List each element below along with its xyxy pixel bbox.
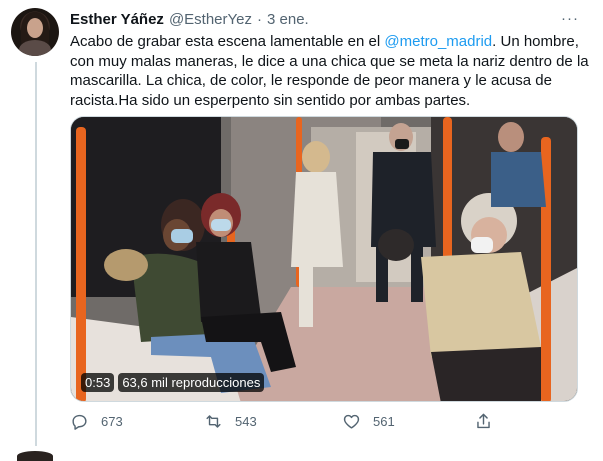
more-options-button[interactable]: ··· (556, 6, 584, 30)
tweet-card[interactable]: Esther Yáñez @EstherYez · 3 ene. ··· Aca… (0, 0, 603, 461)
tweet-text-line: Acabo de grabar esta escena lamentable e… (70, 33, 579, 50)
video-player[interactable]: 0:53 63,6 mil reproducciones (70, 116, 578, 402)
retweet-icon (206, 415, 221, 428)
share-icon (477, 413, 490, 429)
video-overlay: 0:53 63,6 mil reproducciones (81, 373, 265, 392)
thread-line (35, 62, 37, 446)
retweet-count: 543 (235, 414, 257, 429)
share-button[interactable] (474, 412, 505, 431)
next-tweet-avatar[interactable] (17, 451, 53, 461)
tweet-text-line: racista.Ha sido un esperpento sin sentid… (70, 91, 471, 109)
author-handle[interactable]: @EstherYez (169, 11, 252, 28)
video-views: 63,6 mil reproducciones (118, 373, 265, 392)
tweet-text-line: con muy malas maneras, le dice a una chi… (70, 52, 589, 70)
like-button[interactable]: 561 (342, 412, 395, 431)
reply-count: 673 (101, 414, 123, 429)
mention-link[interactable]: @metro_madrid (384, 33, 492, 50)
tweet-text: Acabo de grabar esta escena lamentable e… (70, 32, 590, 110)
header-separator: · (257, 10, 262, 28)
tweet-actions: 673 543 561 (70, 412, 590, 434)
like-count: 561 (373, 414, 395, 429)
author-avatar[interactable] (11, 8, 59, 56)
reply-button[interactable]: 673 (70, 412, 123, 431)
author-name[interactable]: Esther Yáñez (70, 11, 164, 28)
reply-icon (72, 414, 87, 430)
heart-icon (343, 414, 360, 429)
tweet-text-line: mascarilla. La chica, de color, le respo… (70, 72, 552, 89)
video-duration: 0:53 (81, 373, 115, 392)
tweet-header: Esther Yáñez @EstherYez · 3 ene. (70, 9, 309, 29)
retweet-button[interactable]: 543 (204, 412, 257, 431)
video-frame (71, 117, 577, 401)
tweet-date[interactable]: 3 ene. (267, 11, 309, 28)
